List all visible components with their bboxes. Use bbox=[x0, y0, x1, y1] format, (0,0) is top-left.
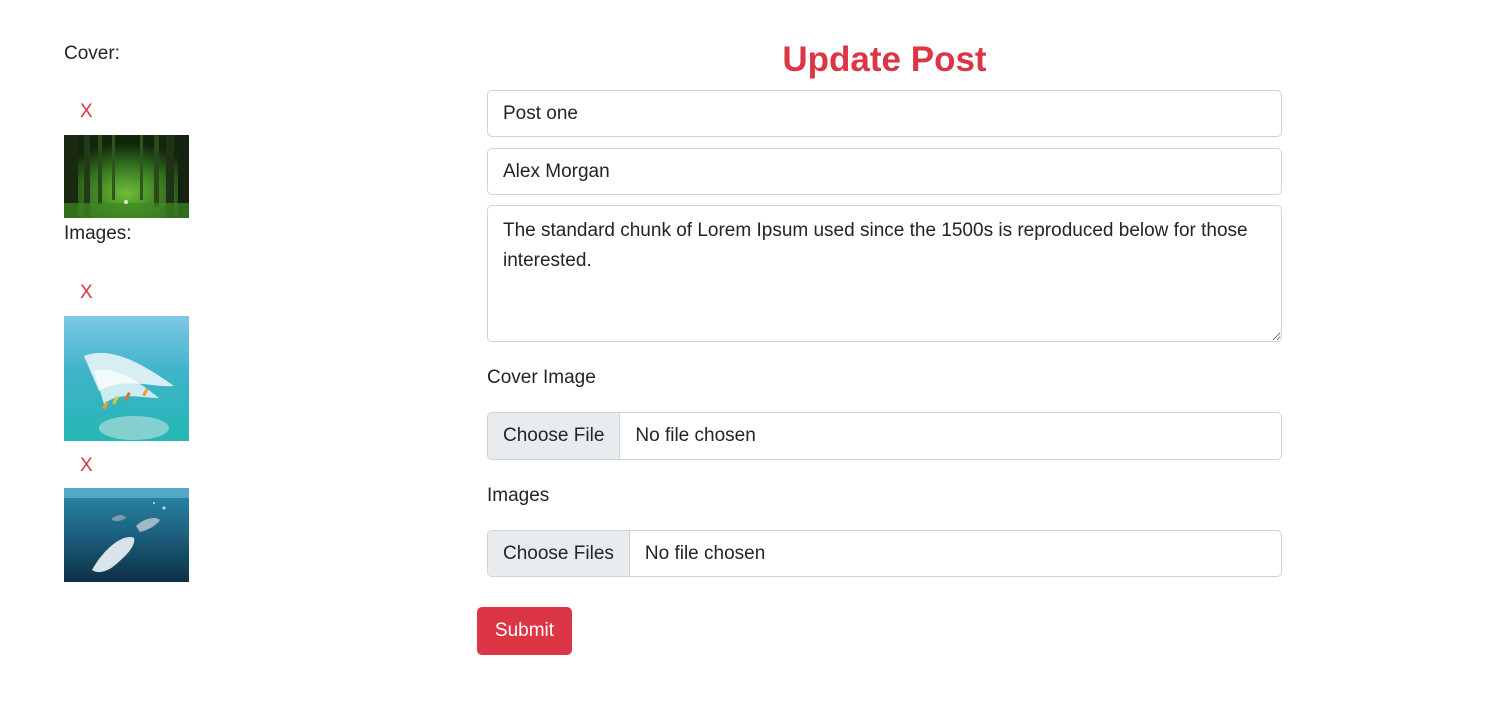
choose-cover-file-button[interactable]: Choose File bbox=[488, 413, 621, 459]
cover-file-status: No file chosen bbox=[635, 425, 756, 446]
images-file-input[interactable]: Choose Files No file chosen bbox=[487, 530, 1282, 577]
body-textarea[interactable]: The standard chunk of Lorem Ipsum used s… bbox=[487, 205, 1282, 342]
cover-thumbnail bbox=[64, 135, 189, 218]
images-label: Images: bbox=[64, 223, 132, 244]
choose-images-files-button[interactable]: Choose Files bbox=[488, 531, 630, 576]
images-file-status: No file chosen bbox=[644, 542, 766, 564]
cover-image-label: Cover Image bbox=[487, 367, 596, 388]
remove-cover-button[interactable]: X bbox=[80, 100, 93, 124]
author-input[interactable] bbox=[487, 148, 1282, 195]
remove-image-1-button[interactable]: X bbox=[80, 281, 93, 305]
dolphins-photo-icon bbox=[64, 488, 189, 582]
submit-button[interactable]: Submit bbox=[477, 607, 572, 655]
cover-label: Cover: bbox=[64, 43, 120, 64]
surfers-photo-icon bbox=[64, 316, 189, 441]
image-thumbnail-1 bbox=[64, 316, 189, 441]
title-input[interactable] bbox=[487, 90, 1282, 137]
page-title: Update Post bbox=[782, 40, 987, 79]
image-thumbnail-2 bbox=[64, 488, 189, 582]
remove-image-2-button[interactable]: X bbox=[80, 454, 93, 478]
images-field-label: Images bbox=[487, 485, 550, 506]
cover-image-file-input[interactable]: Choose File No file chosen bbox=[487, 412, 1282, 460]
forest-photo-icon bbox=[64, 135, 189, 218]
